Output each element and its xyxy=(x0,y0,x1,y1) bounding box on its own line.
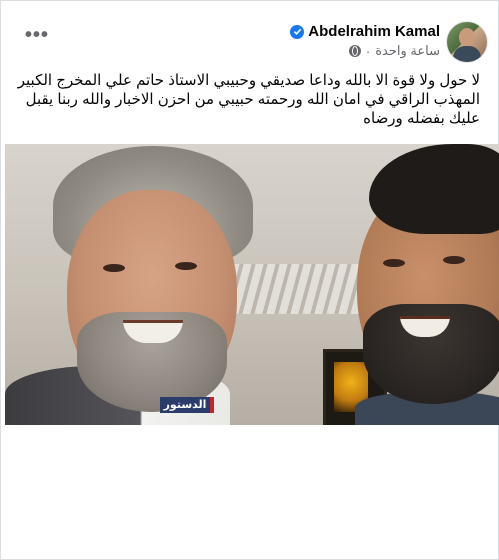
person-left-eye xyxy=(175,262,197,270)
post-header: Abdelrahim Kamal · ساعة واحدة ••• xyxy=(1,1,498,65)
post-footer-area xyxy=(1,425,498,559)
post-card: Abdelrahim Kamal · ساعة واحدة ••• لا حول… xyxy=(0,0,499,560)
verified-badge-icon xyxy=(290,24,305,39)
author-name[interactable]: Abdelrahim Kamal xyxy=(308,23,440,40)
author-name-row: Abdelrahim Kamal xyxy=(290,23,440,40)
globe-icon[interactable] xyxy=(348,45,361,57)
post-text: لا حول ولا قوة الا بالله وداعا صديقي وحب… xyxy=(17,72,480,127)
meta-separator: · xyxy=(365,43,371,59)
person-left-eye xyxy=(103,264,125,272)
avatar-body-shape xyxy=(453,46,481,62)
author-avatar[interactable] xyxy=(446,21,488,63)
more-options-icon[interactable]: ••• xyxy=(25,25,49,45)
post-photo[interactable]: الدستور xyxy=(5,144,499,425)
person-right-eye xyxy=(443,256,465,264)
post-meta: · ساعة واحدة xyxy=(348,43,440,59)
avatar-head-shape xyxy=(459,28,475,46)
photo-watermark: الدستور xyxy=(160,397,214,413)
post-timestamp[interactable]: ساعة واحدة xyxy=(375,43,440,59)
person-right-eye xyxy=(383,259,405,267)
